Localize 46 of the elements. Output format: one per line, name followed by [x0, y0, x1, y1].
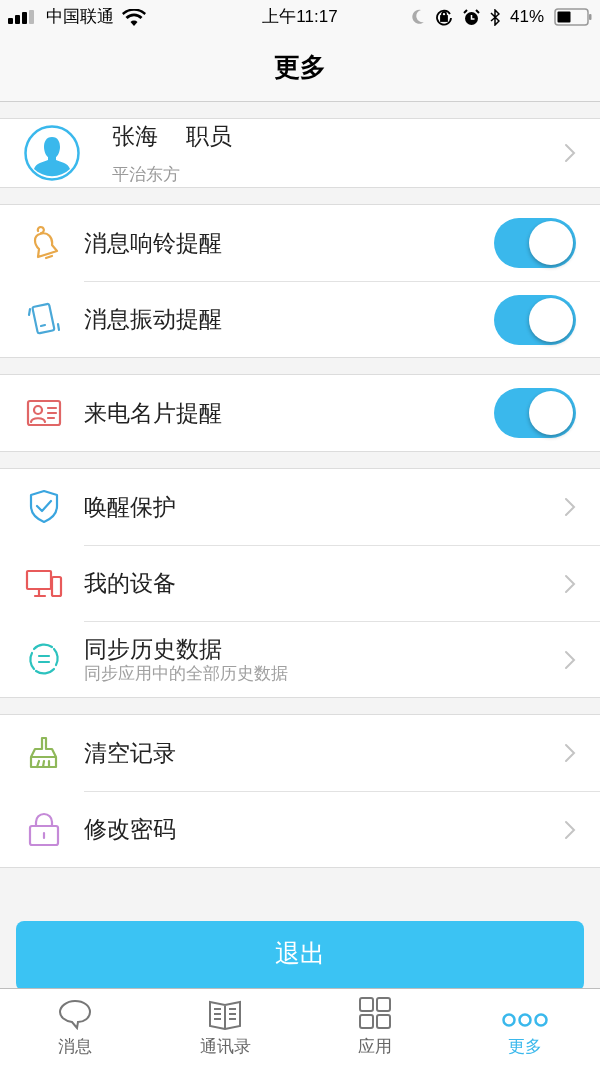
- page-title: 更多: [274, 51, 326, 84]
- setting-row[interactable]: 来电名片提醒: [0, 375, 600, 451]
- battery-percent: 41%: [510, 6, 544, 29]
- toggle-switch[interactable]: [494, 388, 576, 438]
- menu-row[interactable]: 我的设备: [0, 545, 600, 621]
- menu-row[interactable]: 唤醒保护: [0, 469, 600, 545]
- chevron-right-icon: [564, 497, 576, 517]
- carrier-name: 中国联通: [46, 6, 114, 29]
- rotation-lock-icon: [435, 8, 453, 26]
- avatar-icon: [24, 125, 80, 181]
- clock-time: 上午11:17: [261, 6, 339, 29]
- wifi-icon: [122, 8, 146, 26]
- grid-icon: [357, 995, 393, 1030]
- user-name: 张海: [112, 122, 158, 151]
- row-label: 消息振动提醒: [84, 305, 223, 334]
- toggle-switch[interactable]: [494, 294, 576, 345]
- setting-row[interactable]: 消息振动提醒: [0, 281, 600, 357]
- row-subtitle: 同步应用中的全部历史数据: [84, 663, 289, 685]
- row-label: 来电名片提醒: [84, 398, 223, 428]
- row-label: 我的设备: [84, 569, 177, 598]
- row-label: 唤醒保护: [84, 492, 177, 522]
- row-label: 同步历史数据: [84, 634, 223, 664]
- moon-icon: [411, 9, 425, 25]
- user-role: 职员: [186, 122, 232, 151]
- tab-bar-item[interactable]: 通讯录: [150, 989, 300, 1067]
- alarm-clock-icon: [463, 8, 480, 26]
- chevron-right-icon: [564, 143, 576, 163]
- menu-row[interactable]: 清空记录: [0, 715, 600, 791]
- setting-row[interactable]: 消息响铃提醒: [0, 205, 600, 281]
- tab-bar-item[interactable]: 应用: [300, 989, 450, 1067]
- chevron-right-icon: [564, 649, 576, 670]
- organization-name: 平治东方: [112, 163, 181, 186]
- chevron-right-icon: [564, 819, 576, 840]
- row-label: 修改密码: [84, 815, 177, 844]
- row-label: 清空记录: [84, 738, 177, 768]
- toggle-switch[interactable]: [494, 218, 576, 268]
- tab-bar-item[interactable]: 消息: [0, 989, 150, 1067]
- chat-bubble-icon: [57, 997, 93, 1030]
- menu-row[interactable]: 修改密码: [0, 791, 600, 867]
- chevron-right-icon: [564, 743, 576, 763]
- bluetooth-icon: [490, 8, 500, 26]
- chevron-right-icon: [564, 573, 576, 594]
- battery-icon: [554, 8, 592, 26]
- row-label: 消息响铃提醒: [84, 228, 223, 258]
- profile-row[interactable]: 张海 职员 平治东方: [0, 118, 600, 188]
- menu-row[interactable]: 同步历史数据 同步应用中的全部历史数据: [0, 621, 600, 697]
